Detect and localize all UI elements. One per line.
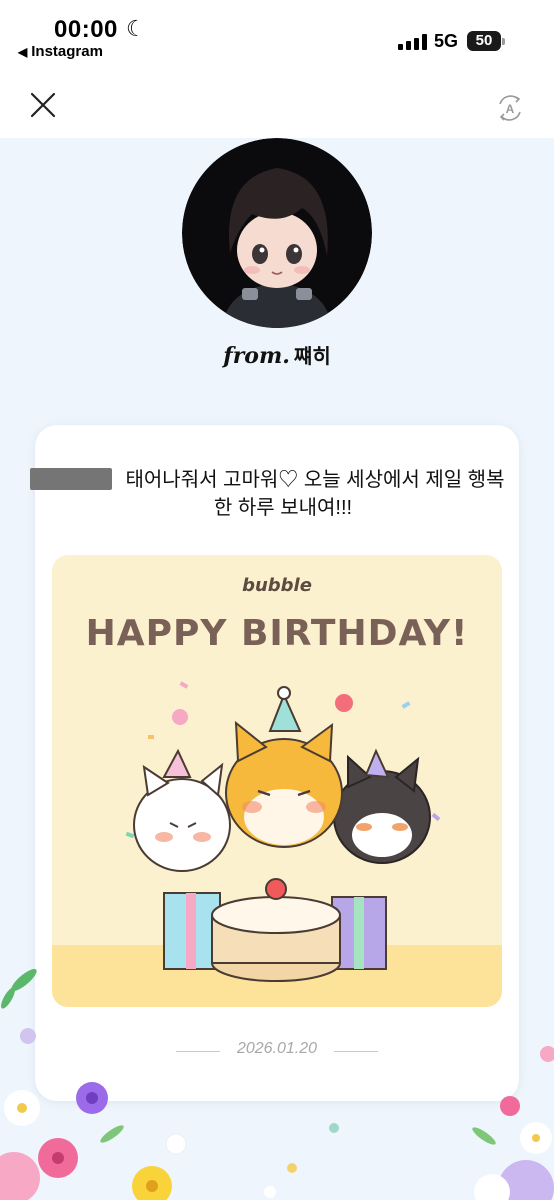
message-text: 태어나줘서 고마워♡ 오늘 세상에서 제일 행복한 하루 보내여!!! — [60, 466, 506, 522]
battery-icon: 50 — [467, 31, 505, 51]
avatar[interactable] — [182, 138, 372, 328]
date-row: 2026.01.20 — [0, 1040, 554, 1064]
close-icon[interactable] — [28, 90, 58, 120]
moon-icon: ☾ — [126, 16, 146, 41]
translate-icon[interactable]: A — [496, 94, 524, 122]
birthday-card-image[interactable]: bubble HAPPY BIRTHDAY! — [52, 555, 502, 1007]
top-nav: A — [0, 70, 554, 138]
from-line: from. 쨰히 — [0, 340, 554, 369]
message-date: 2026.01.20 — [236, 1040, 318, 1057]
sender-name: 쨰히 — [293, 346, 331, 368]
status-time: 00:00 — [54, 16, 118, 43]
network-type: 5G — [434, 31, 459, 51]
svg-text:A: A — [506, 102, 515, 116]
back-app-label: Instagram — [31, 43, 103, 60]
shiba-party-illustration — [52, 681, 502, 1007]
status-bar: 00:00 ☾ ◀ Instagram 5G 50 — [0, 0, 554, 70]
battery-level: 50 — [475, 32, 493, 49]
back-arrow-icon: ◀ — [18, 45, 28, 59]
message-body: 태어나줘서 고마워♡ 오늘 세상에서 제일 행복한 하루 보내여!!! — [125, 469, 505, 519]
signal-icon — [398, 34, 428, 50]
from-prefix: from. — [223, 343, 290, 369]
back-to-app-link[interactable]: ◀ Instagram — [18, 43, 103, 60]
